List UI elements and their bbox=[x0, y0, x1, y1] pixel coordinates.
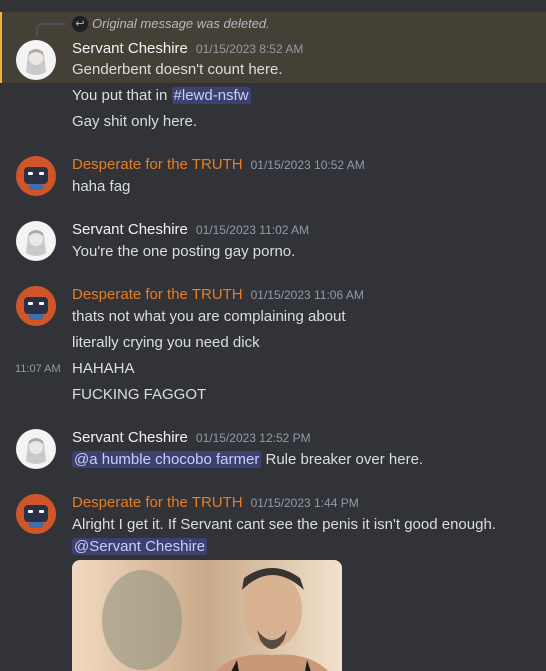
message-text: @Servant Cheshire bbox=[72, 538, 208, 555]
message-text: Gay shit only here. bbox=[72, 113, 198, 130]
author-name[interactable]: Servant Cheshire bbox=[72, 40, 188, 57]
message-text: @a humble chocobo farmer Rule breaker ov… bbox=[72, 451, 423, 468]
reply-text: Original message was deleted. bbox=[92, 16, 270, 31]
message-header: Servant Cheshire 01/15/2023 11:02 AM bbox=[72, 221, 309, 238]
image-attachment[interactable] bbox=[72, 560, 342, 671]
message-text-part: Rule breaker over here. bbox=[261, 451, 424, 468]
timestamp[interactable]: 01/15/2023 10:52 AM bbox=[251, 158, 365, 172]
reply-arrow-icon: ↩ bbox=[72, 16, 88, 32]
message-header: Servant Cheshire 01/15/2023 8:52 AM bbox=[72, 40, 303, 57]
avatar[interactable] bbox=[16, 429, 56, 469]
avatar[interactable] bbox=[16, 156, 56, 196]
avatar[interactable] bbox=[16, 221, 56, 261]
message-text: Genderbent doesn't count here. bbox=[72, 61, 283, 78]
author-name[interactable]: Servant Cheshire bbox=[72, 221, 188, 238]
reply-spine bbox=[36, 23, 66, 37]
message-header: Servant Cheshire 01/15/2023 12:52 PM bbox=[72, 429, 311, 446]
timestamp[interactable]: 01/15/2023 11:02 AM bbox=[196, 223, 309, 237]
avatar[interactable] bbox=[16, 494, 56, 534]
chat-message-list: ↩ Original message was deleted. Servant … bbox=[0, 0, 546, 671]
user-mention[interactable]: @a humble chocobo farmer bbox=[72, 451, 262, 468]
author-name[interactable]: Desperate for the TRUTH bbox=[72, 494, 243, 511]
avatar[interactable] bbox=[16, 40, 56, 80]
timestamp[interactable]: 01/15/2023 8:52 AM bbox=[196, 42, 303, 56]
message-text: literally crying you need dick bbox=[72, 334, 260, 351]
author-name[interactable]: Desperate for the TRUTH bbox=[72, 286, 243, 303]
message-text: Alright I get it. If Servant cant see th… bbox=[72, 516, 496, 533]
timestamp[interactable]: 01/15/2023 11:06 AM bbox=[251, 288, 364, 302]
avatar[interactable] bbox=[16, 286, 56, 326]
author-name[interactable]: Servant Cheshire bbox=[72, 429, 188, 446]
message-header: Desperate for the TRUTH 01/15/2023 1:44 … bbox=[72, 494, 359, 511]
timestamp[interactable]: 01/15/2023 1:44 PM bbox=[251, 496, 359, 510]
message-text: HAHAHA bbox=[72, 360, 135, 377]
message-header: Desperate for the TRUTH 01/15/2023 10:52… bbox=[72, 156, 365, 173]
message-text-part: You put that in bbox=[72, 87, 172, 104]
user-mention[interactable]: @Servant Cheshire bbox=[72, 538, 208, 555]
message-text: You're the one posting gay porno. bbox=[72, 243, 296, 260]
message-text: FUCKING FAGGOT bbox=[72, 386, 207, 403]
timestamp[interactable]: 01/15/2023 12:52 PM bbox=[196, 431, 311, 445]
author-name[interactable]: Desperate for the TRUTH bbox=[72, 156, 243, 173]
message-text: haha fag bbox=[72, 178, 131, 195]
side-timestamp[interactable]: 11:07 AM bbox=[15, 363, 61, 375]
message-header: Desperate for the TRUTH 01/15/2023 11:06… bbox=[72, 286, 364, 303]
channel-mention[interactable]: #lewd-nsfw bbox=[171, 87, 251, 104]
message-text: thats not what you are complaining about bbox=[72, 308, 346, 325]
message-text: You put that in #lewd-nsfw bbox=[72, 87, 251, 104]
